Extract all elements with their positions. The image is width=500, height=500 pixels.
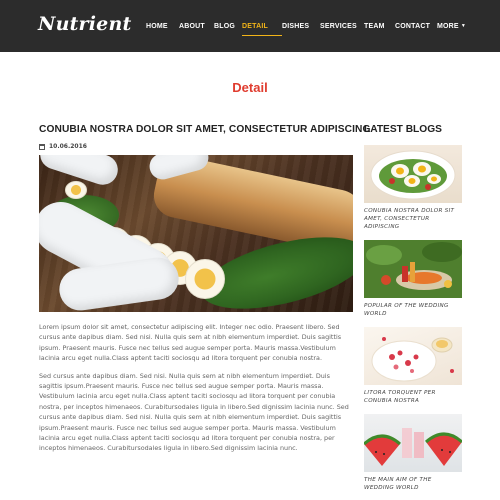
nav-item-services[interactable]: SERVICES <box>320 0 364 52</box>
latest-blog-item[interactable]: Conubia nostra dolor sit amet, consectet… <box>364 145 462 231</box>
latest-blog-item[interactable]: Litora torquent per conubia nostra <box>364 327 462 405</box>
page-title: Detail <box>232 80 268 95</box>
blog-caption[interactable]: The main aim of the wedding world <box>364 476 462 492</box>
blog-thumbnail[interactable] <box>364 327 462 385</box>
blog-thumbnail[interactable] <box>364 145 462 203</box>
egg-salad-image <box>370 150 456 200</box>
nav-item-about[interactable]: ABOUT <box>179 0 214 52</box>
chevron-down-icon: ▼ <box>460 23 466 29</box>
blog-caption[interactable]: Popular of the wedding world <box>364 302 462 318</box>
blog-thumbnail[interactable] <box>364 414 462 472</box>
calendar-icon <box>39 143 45 150</box>
article-title: CONUBIA NOSTRA DOLOR SIT AMET, CONSECTET… <box>39 124 371 135</box>
blog-caption[interactable]: Litora torquent per conubia nostra <box>364 389 462 405</box>
article-date: 10.06.2016 <box>49 143 87 150</box>
nav-item-detail[interactable]: DETAIL <box>242 0 282 52</box>
dessert-plate-image <box>371 337 454 382</box>
nav-item-contact[interactable]: CONTACT <box>395 0 437 52</box>
nav-item-home[interactable]: HOME <box>146 0 179 52</box>
egg-slice <box>65 181 87 199</box>
article-hero-image <box>39 155 353 312</box>
article: CONUBIA NOSTRA DOLOR SIT AMET, CONSECTET… <box>39 124 371 454</box>
article-paragraph: Lorem ipsum dolor sit amet, consectetur … <box>39 323 342 363</box>
main-nav: HOME ABOUT BLOG DETAIL DISHES SERVICES T… <box>146 0 467 52</box>
latest-blog-item[interactable]: Popular of the wedding world <box>364 240 462 318</box>
nav-item-more-label: MORE <box>437 22 459 30</box>
site-header: Nutrient HOME ABOUT BLOG DETAIL DISHES S… <box>0 0 500 52</box>
latest-blog-item[interactable]: The main aim of the wedding world <box>364 414 462 492</box>
blog-thumbnail[interactable] <box>364 240 462 298</box>
article-meta: 10.06.2016 <box>39 143 353 150</box>
sidebar-title: LATEST BLOGS <box>364 124 442 135</box>
nav-item-dishes[interactable]: DISHES <box>282 0 320 52</box>
article-paragraph: Sed cursus ante dapibus diam. Sed nisi. … <box>39 371 349 453</box>
picnic-image <box>364 240 462 298</box>
nav-item-blog[interactable]: BLOG <box>214 0 242 52</box>
egg-slice <box>185 259 225 299</box>
sidebar: LATEST BLOGS Conubia nostra dolor sit am… <box>364 124 462 492</box>
nav-item-team[interactable]: TEAM <box>364 0 395 52</box>
blog-caption[interactable]: Conubia nostra dolor sit amet, consectet… <box>364 207 462 231</box>
site-logo[interactable]: Nutrient <box>38 13 131 35</box>
nav-item-more[interactable]: MORE ▼ <box>437 0 467 52</box>
watermelon-drinks-image <box>364 428 462 466</box>
